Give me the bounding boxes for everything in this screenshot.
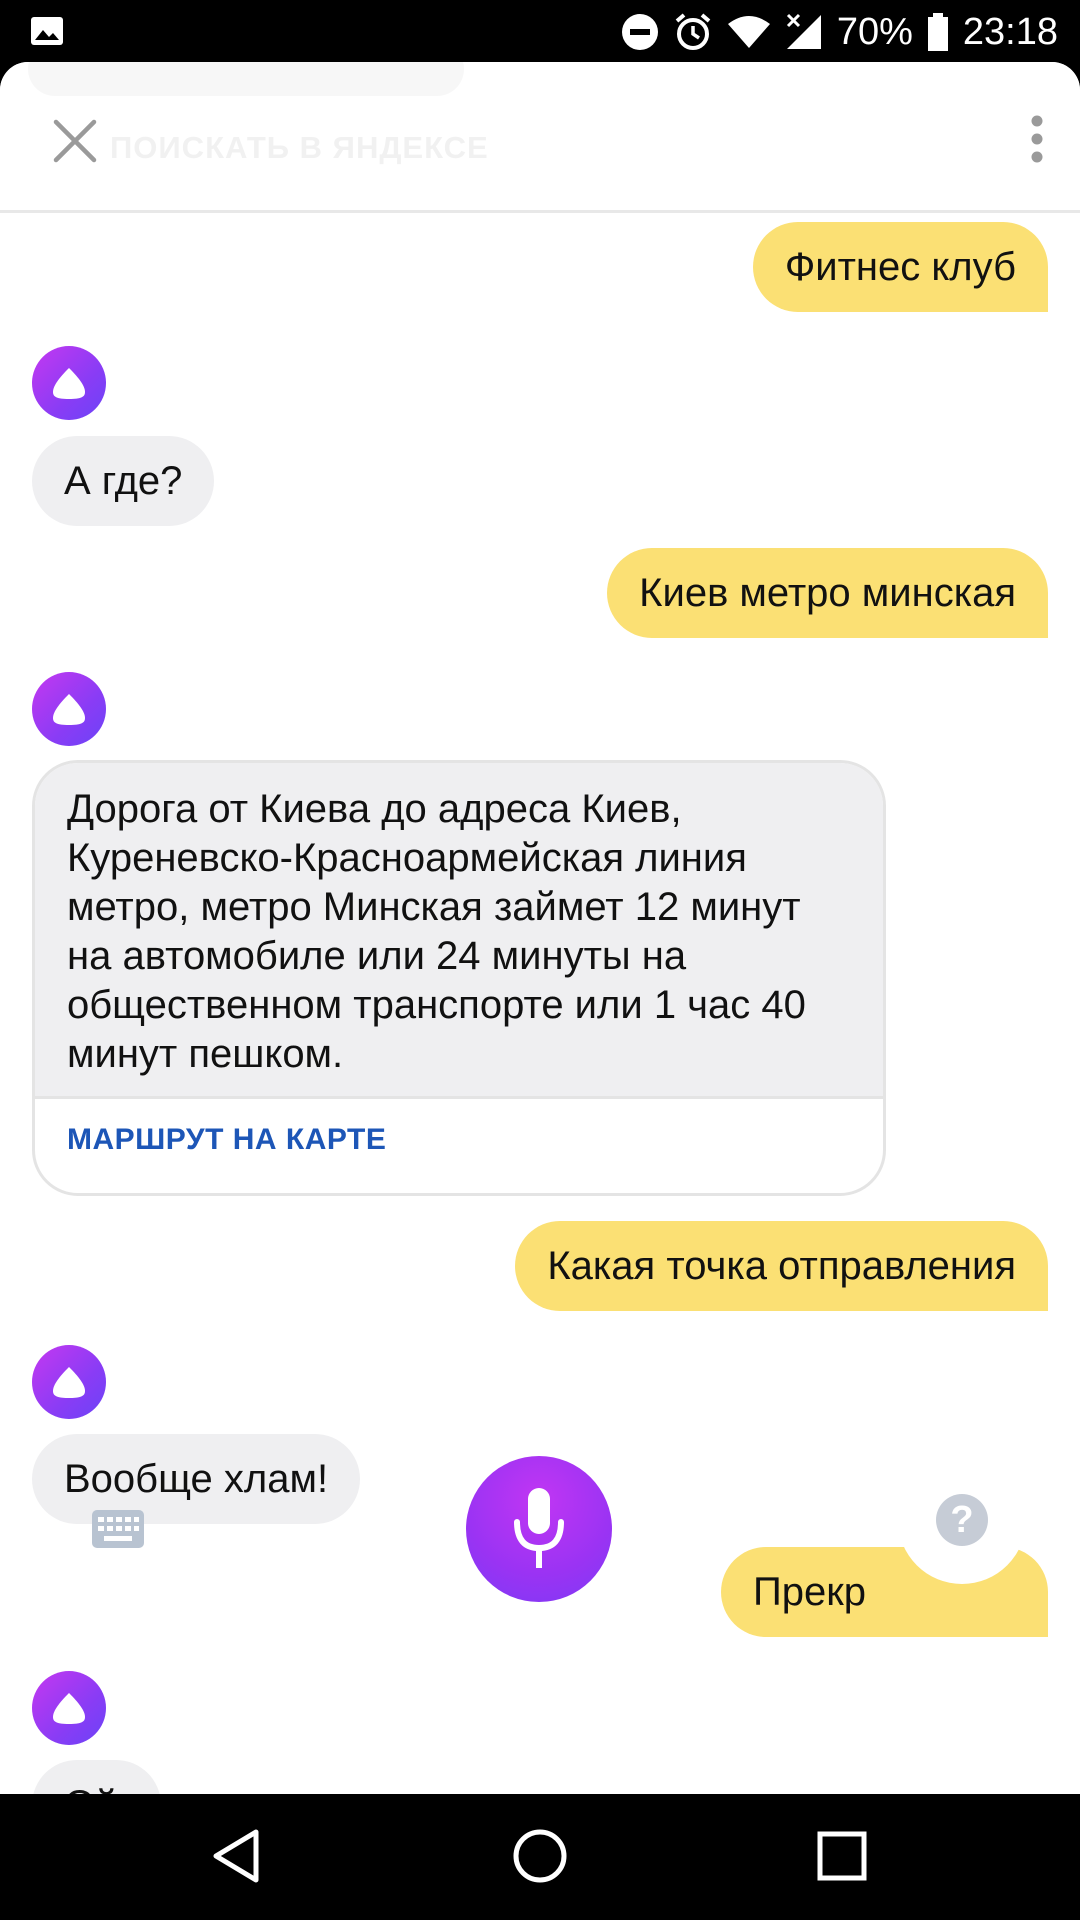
message-text: Ой,	[64, 1783, 129, 1794]
microphone-icon	[514, 1488, 564, 1568]
home-icon[interactable]	[508, 1824, 572, 1888]
card-line: Дорога от Киева до адреса Киев,	[67, 787, 682, 831]
message-text: Фитнес клуб	[784, 245, 1016, 289]
wifi-icon	[727, 14, 771, 50]
alice-avatar	[32, 346, 106, 420]
battery-percent: 70%	[836, 10, 913, 53]
close-icon[interactable]	[50, 116, 100, 166]
navigation-bar	[0, 1794, 1080, 1920]
route-on-map-link[interactable]: МАРШРУТ НА КАРТЕ	[67, 1123, 386, 1157]
card-line: метро, метро Минская займет 12 минут	[67, 885, 801, 929]
alice-message: А где?	[32, 436, 215, 526]
help-button[interactable]: ?	[898, 1456, 1026, 1584]
search-in-yandex-label[interactable]: ПОИСКАТЬ В ЯНДЕКСЕ	[110, 130, 489, 166]
status-bar: 70% 23:18	[0, 0, 1080, 64]
battery-icon	[927, 13, 949, 51]
keyboard-icon[interactable]	[92, 1510, 144, 1548]
message-text: А где?	[64, 459, 183, 503]
chat-header: ПОИСКАТЬ В ЯНДЕКСЕ	[0, 62, 1080, 213]
microphone-button[interactable]	[466, 1456, 612, 1602]
route-card: Дорога от Киева до адреса Киев, Куреневс…	[32, 760, 886, 1196]
message-text: Какая точка отправления	[547, 1244, 1016, 1288]
help-icon: ?	[936, 1494, 988, 1546]
card-line: общественном транспорте или 1 час 40	[67, 983, 806, 1027]
message-text: Прекр	[753, 1570, 866, 1614]
more-vert-icon[interactable]	[1030, 114, 1044, 164]
alice-chat-sheet: ПОИСКАТЬ В ЯНДЕКСЕ Фитнес клуб А где? Ки…	[0, 62, 1080, 1794]
user-message: Фитнес клуб	[752, 222, 1048, 312]
card-line: на автомобиле или 24 минуты на	[67, 934, 687, 978]
back-icon[interactable]	[206, 1824, 270, 1888]
image-icon	[30, 16, 64, 46]
recents-icon[interactable]	[810, 1824, 874, 1888]
card-line: Куреневско-Красноармейская линия	[67, 836, 747, 880]
message-text: Вообще хлам!	[64, 1457, 329, 1501]
alice-message: Вообще хлам!	[32, 1434, 361, 1524]
suggest-pill	[28, 62, 464, 96]
user-message: Киев метро минская	[607, 548, 1048, 638]
clock: 23:18	[962, 10, 1058, 53]
alice-avatar	[32, 672, 106, 746]
do-not-disturb-icon	[621, 13, 659, 51]
alarm-icon	[673, 12, 713, 52]
route-card-text: Дорога от Киева до адреса Киев, Куреневс…	[35, 763, 883, 1099]
user-message: Какая точка отправления	[515, 1221, 1048, 1311]
signal-icon	[785, 13, 823, 51]
alice-avatar	[32, 1671, 106, 1745]
message-text: Киев метро минская	[639, 571, 1016, 615]
alice-message: Ой,	[32, 1760, 161, 1794]
card-line: минут пешком.	[67, 1032, 344, 1076]
alice-avatar	[32, 1345, 106, 1419]
